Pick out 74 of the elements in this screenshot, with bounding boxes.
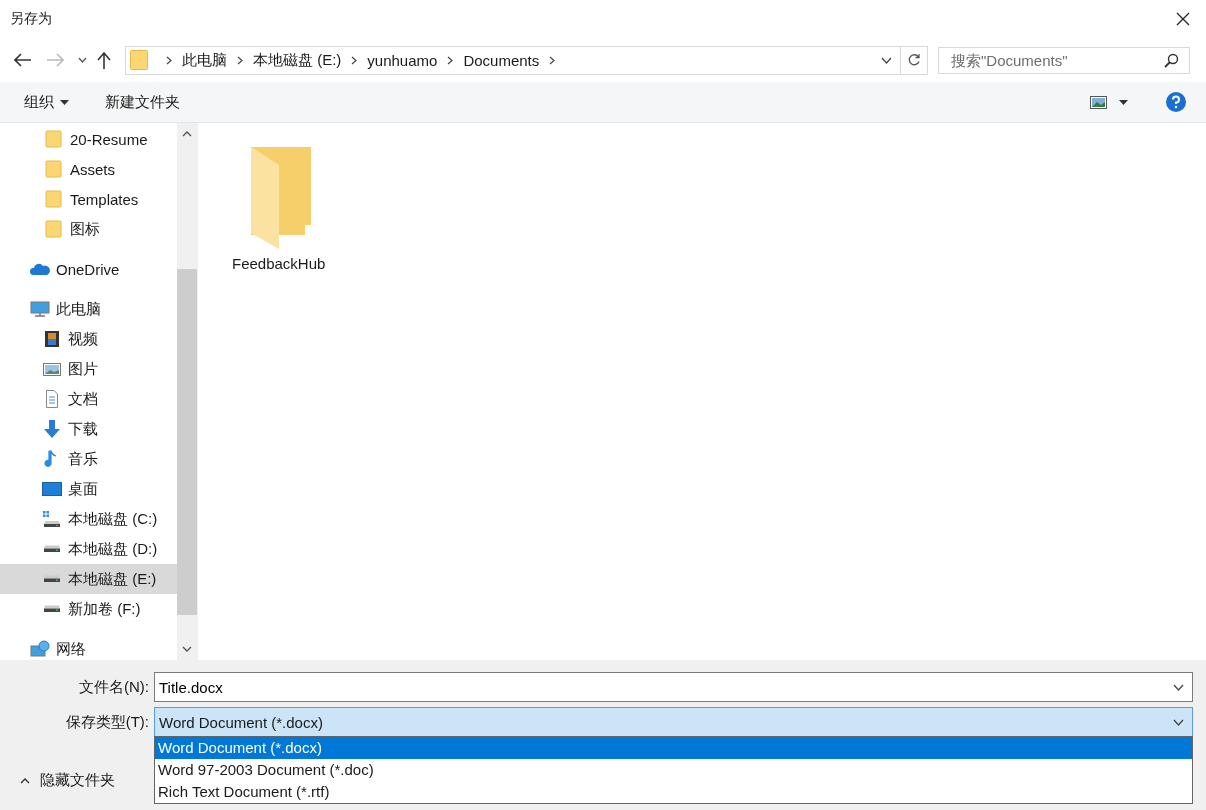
- network-icon: [30, 640, 50, 658]
- download-icon: [42, 420, 62, 438]
- chevron-right-icon[interactable]: [447, 55, 454, 65]
- breadcrumb[interactable]: 此电脑: [182, 50, 227, 70]
- view-icon[interactable]: [1090, 95, 1107, 109]
- scroll-down-icon[interactable]: [182, 646, 192, 652]
- chevron-up-icon: [20, 777, 30, 784]
- drive-icon: [42, 605, 62, 613]
- breadcrumb[interactable]: Documents: [463, 51, 540, 69]
- drive-icon: [42, 545, 62, 553]
- folder-icon: [44, 220, 64, 238]
- search-icon: [1164, 52, 1179, 68]
- scrollbar-thumb[interactable]: [177, 268, 197, 615]
- chevron-down-icon[interactable]: [1173, 683, 1184, 691]
- sidebar-item[interactable]: 网络: [0, 634, 177, 660]
- hide-folders-button[interactable]: 隐藏文件夹: [14, 770, 121, 791]
- sidebar-item[interactable]: 文档: [0, 384, 177, 414]
- filename-label: 文件名(N):: [78, 677, 150, 697]
- folder-icon: [130, 50, 148, 70]
- window-title: 另存为: [10, 10, 52, 28]
- filetype-label: 保存类型(T):: [64, 712, 150, 732]
- sidebar-item[interactable]: OneDrive: [0, 254, 177, 284]
- chevron-down-icon: [1173, 718, 1184, 726]
- folder-icon: [44, 190, 64, 208]
- chevron-right-icon[interactable]: [166, 55, 172, 65]
- help-icon[interactable]: [1166, 92, 1186, 112]
- address-bar[interactable]: 此电脑 本地磁盘 (E:) yunhuamo Documents: [125, 45, 928, 75]
- sidebar-item[interactable]: Assets: [0, 154, 177, 184]
- computer-icon: [30, 300, 50, 318]
- file-item[interactable]: FeedbackHub: [232, 145, 326, 272]
- caret-icon: [60, 99, 69, 105]
- sidebar-item[interactable]: 新加卷 (F:): [0, 594, 177, 624]
- sidebar-item[interactable]: 20-Resume: [0, 124, 177, 154]
- filename-combo-box[interactable]: Title.docx: [154, 672, 1193, 702]
- chevron-down-icon[interactable]: [881, 56, 892, 64]
- folder-icon: [44, 130, 64, 148]
- dropdown-option[interactable]: Rich Text Document (*.rtf): [155, 781, 1192, 803]
- refresh-icon: [907, 53, 921, 67]
- organize-menu[interactable]: 组织: [14, 88, 79, 116]
- up-arrow-icon[interactable]: [97, 51, 111, 69]
- sidebar-item[interactable]: 下载: [0, 414, 177, 444]
- chevron-right-icon[interactable]: [351, 55, 358, 65]
- sidebar-item[interactable]: 桌面: [0, 474, 177, 504]
- search-box[interactable]: 搜索"Documents": [938, 46, 1190, 74]
- sidebar-item[interactable]: 本地磁盘 (D:): [0, 534, 177, 564]
- sidebar-item[interactable]: 本地磁盘 (C:): [0, 504, 177, 534]
- chevron-right-icon[interactable]: [237, 55, 243, 65]
- breadcrumb[interactable]: yunhuamo: [367, 51, 438, 69]
- pictures-icon: [42, 360, 62, 378]
- sidebar-item[interactable]: 图标: [0, 214, 177, 244]
- new-folder-button[interactable]: 新建文件夹: [95, 88, 190, 116]
- scroll-up-icon[interactable]: [182, 131, 192, 137]
- sidebar-item[interactable]: Templates: [0, 184, 177, 214]
- back-arrow-icon[interactable]: [14, 53, 32, 67]
- dropdown-option[interactable]: Word Document (*.docx): [155, 737, 1192, 759]
- chevron-down-icon[interactable]: [78, 57, 87, 63]
- sidebar-item[interactable]: 本地磁盘 (E:): [0, 564, 177, 594]
- video-icon: [42, 330, 62, 348]
- folder-icon: [44, 160, 64, 178]
- desktop-icon: [42, 480, 62, 498]
- caret-icon[interactable]: [1119, 99, 1128, 105]
- sidebar-item[interactable]: 此电脑: [0, 294, 177, 324]
- system-drive-icon: [42, 510, 62, 528]
- sidebar-item[interactable]: 音乐: [0, 444, 177, 474]
- sidebar-item[interactable]: 图片: [0, 354, 177, 384]
- dropdown-option[interactable]: Word 97-2003 Document (*.doc): [155, 759, 1192, 781]
- close-icon: [1176, 12, 1190, 26]
- breadcrumb[interactable]: 本地磁盘 (E:): [253, 50, 342, 70]
- drive-icon: [42, 575, 62, 583]
- sidebar-item[interactable]: 视频: [0, 324, 177, 354]
- filename-field[interactable]: Title.docx: [159, 678, 1173, 696]
- search-field[interactable]: 搜索"Documents": [949, 50, 1164, 70]
- filetype-dropdown[interactable]: Word Document (*.docx): [154, 707, 1193, 737]
- chevron-right-icon[interactable]: [549, 55, 556, 65]
